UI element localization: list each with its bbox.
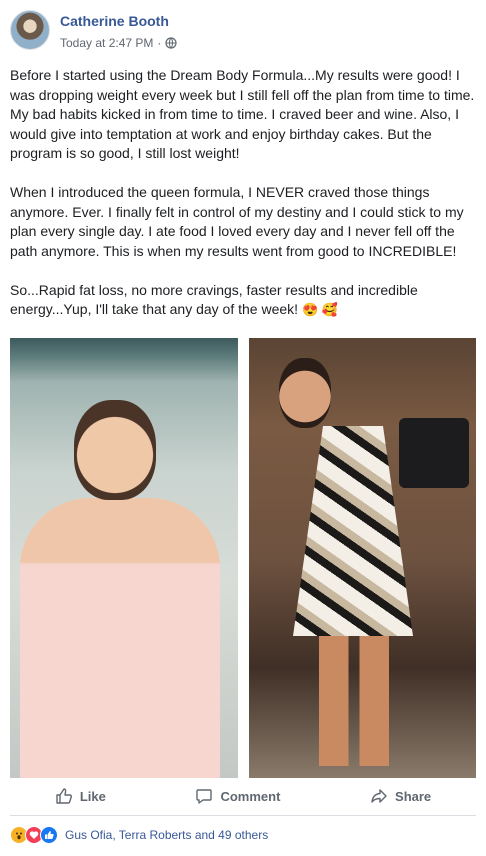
reaction-icons — [10, 826, 58, 844]
author-name[interactable]: Catherine Booth — [60, 13, 169, 29]
photo-grid — [10, 338, 476, 778]
post-paragraph: So...Rapid fat loss, no more cravings, f… — [10, 281, 476, 320]
avatar[interactable] — [10, 10, 50, 50]
like-button[interactable]: Like — [55, 787, 106, 805]
before-photo-figure — [20, 498, 220, 778]
before-photo[interactable] — [10, 338, 238, 778]
comment-label: Comment — [220, 788, 281, 804]
after-photo-legs — [319, 636, 389, 766]
after-photo-face — [279, 358, 331, 428]
comment-button[interactable]: Comment — [195, 787, 280, 805]
post-paragraph: When I introduced the queen formula, I N… — [10, 184, 464, 259]
divider — [10, 815, 476, 816]
share-button[interactable]: Share — [370, 787, 431, 805]
post-meta: Today at 2:47 PM · — [60, 36, 177, 50]
reaction-names[interactable]: Gus Ofia, Terra Roberts and 49 others — [65, 828, 268, 842]
share-arrow-icon — [370, 787, 388, 805]
post-paragraph: Before I started using the Dream Body Fo… — [10, 67, 475, 161]
globe-icon[interactable] — [165, 37, 177, 49]
emoji-hearts: 😍 🥰 — [301, 302, 338, 317]
meta-separator: · — [157, 36, 162, 50]
action-bar: Like Comment Share — [10, 780, 476, 812]
after-photo[interactable] — [249, 338, 476, 778]
like-reaction-icon — [40, 826, 58, 844]
like-label: Like — [79, 788, 106, 804]
post-body: Before I started using the Dream Body Fo… — [10, 66, 476, 339]
reaction-summary[interactable]: Gus Ofia, Terra Roberts and 49 others — [10, 826, 268, 844]
before-photo-face — [74, 400, 156, 500]
after-photo-dress — [293, 426, 413, 636]
thumbs-up-icon — [55, 787, 73, 805]
comment-icon — [195, 787, 213, 805]
post-paragraph-text: So...Rapid fat loss, no more cravings, f… — [10, 281, 418, 318]
share-label: Share — [395, 788, 432, 804]
timestamp[interactable]: Today at 2:47 PM — [60, 36, 153, 50]
after-photo-handbag — [399, 418, 469, 488]
post-header: Catherine Booth Today at 2:47 PM · — [10, 10, 476, 54]
